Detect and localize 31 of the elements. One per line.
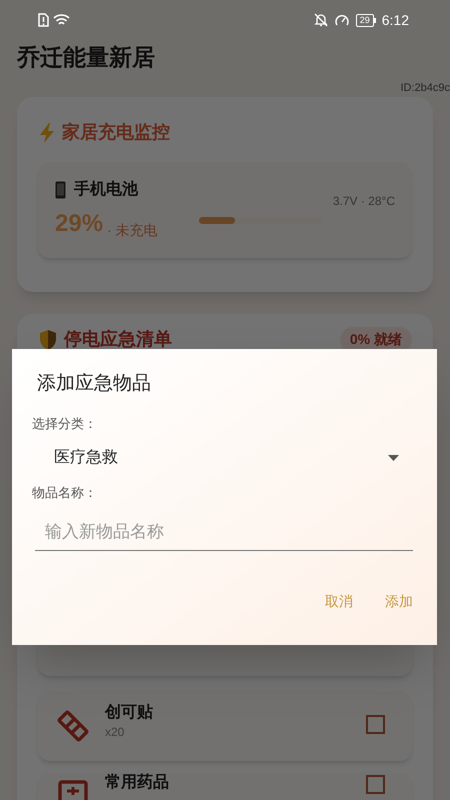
- bell-off-icon: [314, 13, 328, 27]
- dialog-button[interactable]: 取消: [319, 586, 359, 616]
- voltage-reading: 3.7V · 28°C: [332, 193, 395, 210]
- item-name: 创可贴: [105, 703, 154, 723]
- checkbox[interactable]: [366, 715, 385, 734]
- battery-percent: 29%: [55, 209, 104, 239]
- section-title: 家居充电监控: [62, 121, 170, 144]
- charging-status: · 未充电: [107, 221, 158, 240]
- battery-status: 29: [356, 14, 376, 26]
- checkbox[interactable]: [366, 775, 385, 794]
- caret-icon: [388, 455, 399, 461]
- dialog-button[interactable]: 添加: [379, 586, 419, 616]
- status-time: 6:12: [382, 10, 409, 30]
- name-label: 物品名称：: [32, 484, 98, 502]
- wifi-icon: [53, 13, 70, 27]
- item-name: 常用药品: [105, 773, 170, 793]
- app-title: 乔迁能量新居: [17, 42, 155, 72]
- device-id: ID:2b4c9c: [400, 80, 450, 96]
- dialog-title: 添加应急物品: [37, 372, 152, 396]
- category-label: 选择分类：: [32, 414, 98, 432]
- device-name: 手机电池: [74, 179, 138, 200]
- phone-icon: [55, 181, 66, 199]
- shield-icon: [38, 328, 58, 350]
- gauge-icon: [334, 13, 350, 27]
- section-title: 停电应急清单: [64, 328, 172, 351]
- checklist-item[interactable]: 常用药品: [38, 773, 412, 800]
- bandage-icon: [56, 709, 90, 743]
- sim-alert-icon: [38, 13, 49, 27]
- category-dropdown[interactable]: 医疗急救: [34, 441, 415, 475]
- lightning-icon: [38, 122, 56, 144]
- item-name-field[interactable]: 输入新物品名称: [35, 514, 413, 550]
